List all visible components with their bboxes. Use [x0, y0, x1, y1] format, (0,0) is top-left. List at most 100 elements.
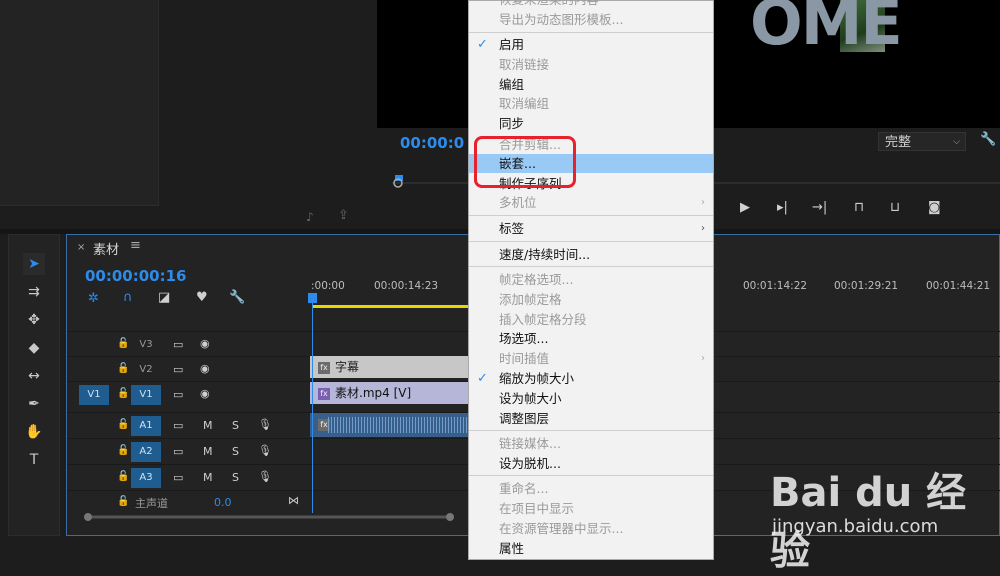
menu-item-scale-to-frame[interactable]: ✓ 缩放为帧大小	[469, 369, 713, 388]
menu-item-add-frame-hold[interactable]: 添加帧定格	[469, 290, 713, 309]
menu-item-group[interactable]: 编组	[469, 75, 713, 94]
lock-icon[interactable]: 🔓	[117, 445, 129, 456]
solo-button[interactable]: S	[232, 445, 239, 458]
timeline-settings-icon[interactable]: 🔧	[229, 290, 245, 305]
menu-item-link-media[interactable]: 链接媒体...	[469, 434, 713, 453]
submenu-arrow-icon: ›	[701, 197, 705, 208]
menu-item-label: 时间插值	[499, 351, 550, 366]
snap-icon[interactable]: ∩	[123, 290, 133, 305]
menu-item-label: 重命名...	[499, 481, 549, 496]
clip-title[interactable]: fx 字幕	[310, 356, 468, 378]
menu-item-multicamera[interactable]: 多机位 ›	[469, 193, 713, 212]
work-area-bar[interactable]	[312, 305, 468, 308]
timeline-scrollbar[interactable]	[84, 512, 454, 522]
time-label-4: 00:01:44:21	[926, 280, 991, 292]
eye-icon[interactable]: ◉	[200, 387, 210, 400]
tab-sequence[interactable]: 素材	[93, 239, 119, 258]
type-tool-icon[interactable]: T	[23, 449, 45, 471]
program-timecode[interactable]: 00:00:0	[400, 134, 464, 152]
sync-lock-icon[interactable]: ▭	[173, 388, 183, 401]
linked-selection-icon[interactable]: ◪	[158, 290, 170, 305]
camera-icon[interactable]: ◙	[928, 200, 941, 215]
timeline-timecode[interactable]: 00:00:00:16	[85, 267, 187, 285]
eye-icon[interactable]: ◉	[200, 362, 210, 375]
source-patch-v1[interactable]: V1	[79, 385, 109, 405]
microphone-icon[interactable]: 🎙	[258, 444, 272, 457]
menu-item-export-mogrt[interactable]: 导出为动态图形模板...	[469, 10, 713, 29]
menu-item-reveal-in-explorer[interactable]: 在资源管理器中显示...	[469, 519, 713, 538]
menu-item-adjustment-layer[interactable]: 调整图层	[469, 409, 713, 428]
sync-lock-icon[interactable]: ▭	[173, 419, 183, 432]
nest-toggle-icon[interactable]: ✲	[88, 291, 99, 306]
track-label-v1[interactable]: V1	[131, 385, 161, 405]
solo-button[interactable]: S	[232, 471, 239, 484]
mute-button[interactable]: M	[203, 471, 213, 484]
submenu-arrow-icon: ›	[701, 353, 705, 364]
menu-item-ungroup[interactable]: 取消编组	[469, 94, 713, 113]
add-marker-icon[interactable]: ♥	[196, 290, 208, 305]
clip-video[interactable]: fx 素材.mp4 [V]	[310, 382, 468, 404]
menu-item-properties[interactable]: 属性	[469, 539, 713, 558]
menu-item-reveal-in-project[interactable]: 在项目中显示	[469, 499, 713, 518]
step-forward-icon[interactable]: ▸|	[777, 200, 788, 215]
menu-item-insert-frame-hold[interactable]: 插入帧定格分段	[469, 310, 713, 329]
quality-select[interactable]: 完整 ⌵	[878, 132, 966, 151]
sync-lock-icon[interactable]: ▭	[173, 363, 183, 376]
ripple-edit-tool-icon[interactable]: ✥	[23, 309, 45, 331]
eye-icon[interactable]: ◉	[200, 337, 210, 350]
track-label-v2[interactable]: V2	[131, 360, 161, 380]
menu-item-set-to-frame[interactable]: 设为帧大小	[469, 389, 713, 408]
track-label-a1[interactable]: A1	[131, 416, 161, 436]
lock-icon[interactable]: 🔓	[117, 496, 129, 507]
razor-tool-icon[interactable]: ◆	[23, 337, 45, 359]
lock-icon[interactable]: 🔓	[117, 338, 129, 349]
extract-icon[interactable]: ⊔	[890, 200, 900, 215]
menu-item-restore-unrendered[interactable]: 恢复未渲染的内容	[469, 0, 713, 9]
menu-item-speed-duration[interactable]: 速度/持续时间...	[469, 245, 713, 264]
audio-icon[interactable]: ♪	[306, 210, 314, 224]
mute-button[interactable]: M	[203, 445, 213, 458]
menu-item-label: 标签	[499, 221, 525, 236]
menu-separator	[469, 215, 713, 216]
mute-button[interactable]: M	[203, 419, 213, 432]
wrench-icon[interactable]: 🔧	[980, 132, 996, 147]
track-label-a3[interactable]: A3	[131, 468, 161, 488]
menu-item-frame-hold-options[interactable]: 帧定格选项...	[469, 270, 713, 289]
menu-item-rename[interactable]: 重命名...	[469, 479, 713, 498]
menu-item-time-interpolation[interactable]: 时间插值 ›	[469, 349, 713, 368]
menu-item-field-options[interactable]: 场选项...	[469, 329, 713, 348]
lock-icon[interactable]: 🔓	[117, 388, 129, 399]
go-to-out-icon[interactable]: →|	[812, 200, 827, 215]
menu-item-synchronize[interactable]: 同步	[469, 114, 713, 133]
solo-button[interactable]: S	[232, 419, 239, 432]
menu-item-enable[interactable]: ✓ 启用	[469, 35, 713, 54]
lock-icon[interactable]: 🔓	[117, 471, 129, 482]
track-label-a2[interactable]: A2	[131, 442, 161, 462]
menu-item-make-offline[interactable]: 设为脱机...	[469, 454, 713, 473]
playhead-line[interactable]	[312, 293, 313, 513]
hand-tool-icon[interactable]: ✋	[23, 421, 45, 443]
menu-item-label-color[interactable]: 标签 ›	[469, 219, 713, 238]
menu-item-unlink[interactable]: 取消链接	[469, 55, 713, 74]
slip-tool-icon[interactable]: ↔	[23, 365, 45, 387]
selection-tool-icon[interactable]: ➤	[23, 253, 45, 275]
microphone-icon[interactable]: 🎙	[258, 470, 272, 483]
sync-lock-icon[interactable]: ▭	[173, 471, 183, 484]
microphone-icon[interactable]: 🎙	[258, 418, 272, 431]
time-label-0: :00:00	[311, 280, 345, 292]
master-volume-value[interactable]: 0.0	[214, 496, 232, 509]
sync-lock-icon[interactable]: ▭	[173, 338, 183, 351]
track-select-tool-icon[interactable]: ⇉	[23, 281, 45, 303]
sync-lock-icon[interactable]: ▭	[173, 445, 183, 458]
lift-icon[interactable]: ⊓	[854, 200, 864, 215]
go-to-end-icon[interactable]: ⋈	[288, 494, 299, 507]
lock-icon[interactable]: 🔓	[117, 363, 129, 374]
track-label-v3[interactable]: V3	[131, 335, 161, 355]
play-icon[interactable]: ▶	[740, 200, 750, 215]
lock-icon[interactable]: 🔓	[117, 419, 129, 430]
pen-tool-icon[interactable]: ✒	[23, 393, 45, 415]
close-icon[interactable]: ×	[77, 242, 85, 253]
panel-menu-icon[interactable]: ≡	[130, 238, 141, 253]
export-icon[interactable]: ⇪	[338, 208, 349, 223]
clip-audio[interactable]: fx	[310, 413, 468, 437]
